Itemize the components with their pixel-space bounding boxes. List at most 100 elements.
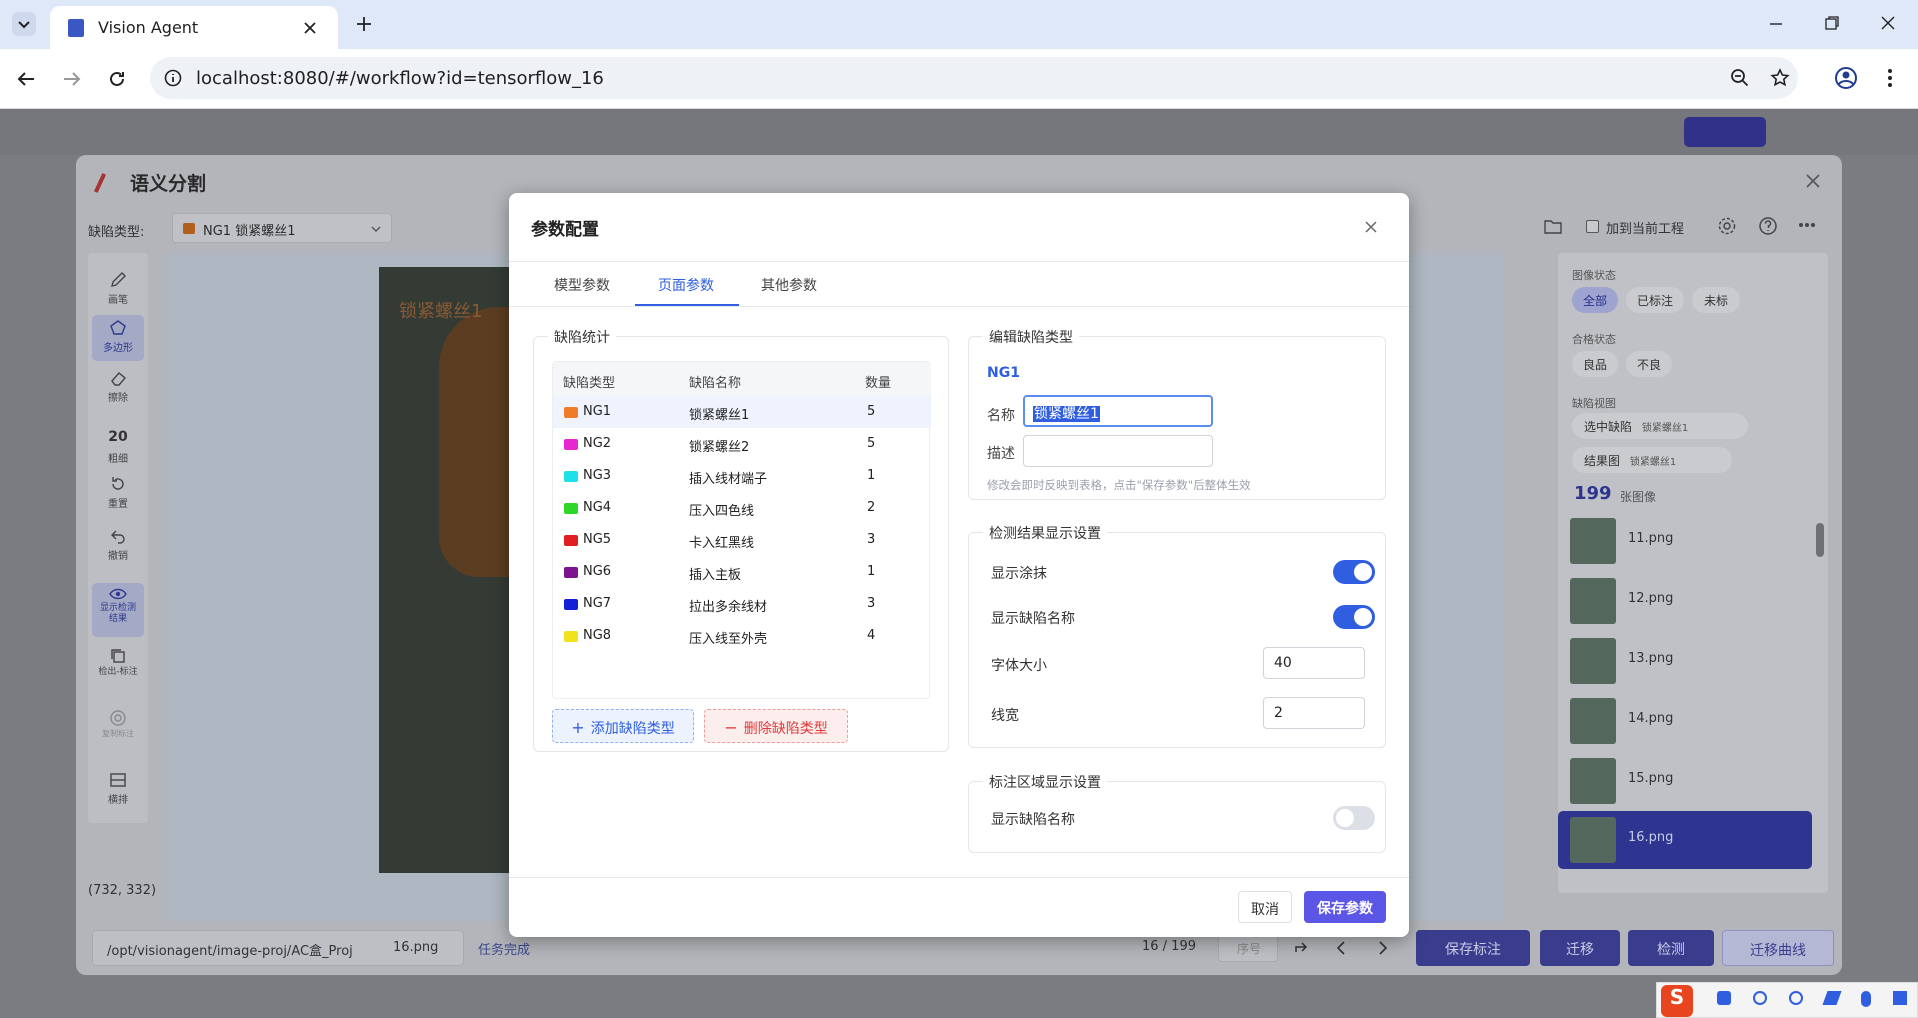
- tool-show-detection[interactable]: 显示检测结果: [92, 583, 144, 637]
- minimize-icon[interactable]: [1768, 16, 1784, 32]
- forward-icon[interactable]: [62, 69, 82, 89]
- cancel-button[interactable]: 取消: [1238, 891, 1292, 923]
- row-name: 插入主板: [689, 568, 742, 583]
- filter-bad[interactable]: 不良: [1626, 351, 1672, 377]
- next-icon[interactable]: [1374, 940, 1390, 956]
- prev-icon[interactable]: [1334, 940, 1350, 956]
- image-list-item[interactable]: 11.png: [1558, 511, 1828, 571]
- tool-eraser[interactable]: 擦除: [88, 369, 148, 404]
- zoom-icon[interactable]: [1730, 68, 1750, 88]
- tool-copy-annotation[interactable]: 复制标注: [88, 709, 148, 739]
- add-to-project-label: 加到当前工程: [1606, 222, 1685, 237]
- tool-undo[interactable]: 撤销: [88, 527, 148, 562]
- font-size-input[interactable]: 40: [1263, 647, 1365, 679]
- close-icon[interactable]: [302, 20, 318, 36]
- image-list-item[interactable]: 14.png: [1558, 691, 1828, 751]
- color-swatch: [564, 599, 578, 610]
- color-swatch: [564, 439, 578, 450]
- table-row[interactable]: NG6 插入主板 1: [553, 556, 931, 588]
- add-defect-type-button[interactable]: + 添加缺陷类型: [552, 709, 694, 743]
- delete-defect-type-button[interactable]: − 删除缺陷类型: [704, 709, 848, 743]
- table-row[interactable]: NG1 锁紧螺丝1 5: [553, 396, 931, 428]
- address-bar[interactable]: localhost:8080/#/workflow?id=tensorflow_…: [150, 57, 1798, 99]
- more-icon[interactable]: [1798, 222, 1816, 228]
- ime-logo-icon[interactable]: S: [1661, 985, 1693, 1017]
- folder-icon[interactable]: [1543, 217, 1563, 235]
- ime-pen-icon[interactable]: [1822, 991, 1842, 1005]
- view-selected-defect[interactable]: 选中缺陷 锁紧螺丝1: [1572, 413, 1748, 439]
- dialog-title: 参数配置: [531, 220, 599, 240]
- table-row[interactable]: NG8 压入线至外壳 4: [553, 620, 931, 652]
- panel-close-icon[interactable]: [1805, 173, 1821, 189]
- image-list-item-selected[interactable]: 16.png: [1558, 811, 1812, 869]
- show-paint-toggle[interactable]: [1333, 560, 1375, 584]
- ime-emoji-icon[interactable]: [1789, 991, 1803, 1005]
- tool-polygon[interactable]: 多边形: [92, 315, 144, 361]
- ime-mic-icon[interactable]: [1861, 991, 1871, 1007]
- defect-name-input[interactable]: 锁紧螺丝1: [1023, 395, 1213, 427]
- reload-icon[interactable]: [107, 69, 127, 89]
- menu-dots-icon[interactable]: [1882, 68, 1898, 88]
- delete-defect-type-label: 删除缺陷类型: [743, 721, 828, 737]
- row-name: 插入线材端子: [689, 472, 768, 487]
- show-name-toggle[interactable]: [1333, 605, 1375, 629]
- defect-desc-input[interactable]: [1023, 435, 1213, 467]
- save-annotation-button[interactable]: 保存标注: [1416, 930, 1530, 966]
- restore-icon[interactable]: [1824, 15, 1840, 31]
- view-result-image[interactable]: 结果图 锁紧螺丝1: [1572, 447, 1732, 473]
- tool-layout[interactable]: 横排: [88, 771, 148, 806]
- annotation-display-section: 标注区域显示设置 显示缺陷名称: [968, 772, 1386, 853]
- tab-search-button[interactable]: [12, 12, 36, 36]
- tool-label: 复制标注: [102, 729, 134, 738]
- profile-icon[interactable]: [1834, 66, 1858, 90]
- filter-annotated[interactable]: 已标注: [1626, 287, 1684, 313]
- help-icon[interactable]: [1758, 216, 1778, 236]
- image-list-item[interactable]: 15.png: [1558, 751, 1828, 811]
- scrollbar-thumb[interactable]: [1816, 523, 1824, 557]
- tool-detect-annotate[interactable]: 检出-标注: [88, 647, 148, 678]
- migrate-button[interactable]: 迁移: [1540, 930, 1620, 966]
- settings-gear-icon[interactable]: [1717, 216, 1737, 236]
- table-row[interactable]: NG7 拉出多余线材 3: [553, 588, 931, 620]
- brush-size-value[interactable]: 20: [88, 429, 148, 445]
- edit-hint: 修改会即时反映到表格，点击"保存参数"后整体生效: [987, 478, 1251, 492]
- add-to-project-checkbox[interactable]: [1586, 220, 1599, 233]
- table-row[interactable]: NG5 卡入红黑线 3: [553, 524, 931, 556]
- section-legend: 检测结果显示设置: [983, 523, 1107, 543]
- tab-model-params[interactable]: 模型参数: [554, 275, 610, 295]
- filter-good[interactable]: 良品: [1572, 351, 1618, 377]
- info-icon[interactable]: [164, 69, 182, 87]
- new-tab-icon[interactable]: [355, 15, 373, 33]
- ime-grid-icon[interactable]: [1893, 991, 1907, 1005]
- tab-other-params[interactable]: 其他参数: [761, 275, 817, 295]
- tool-reset[interactable]: 重置: [88, 475, 148, 510]
- window-close-icon[interactable]: [1880, 15, 1896, 31]
- annotation-show-name-toggle[interactable]: [1333, 806, 1375, 830]
- filter-unannotated[interactable]: 未标: [1692, 287, 1740, 313]
- toggle-knob: [1336, 809, 1354, 827]
- image-list-item[interactable]: 12.png: [1558, 571, 1828, 631]
- tool-brush[interactable]: 画笔: [88, 271, 148, 306]
- save-params-button[interactable]: 保存参数: [1304, 891, 1386, 923]
- ime-chinese-icon[interactable]: [1717, 991, 1731, 1005]
- ime-punct-icon[interactable]: [1753, 991, 1767, 1005]
- table-row[interactable]: NG4 压入四色线 2: [553, 492, 931, 524]
- image-list-item[interactable]: 13.png: [1558, 631, 1828, 691]
- tab-page-params[interactable]: 页面参数: [658, 275, 714, 295]
- dialog-close-icon[interactable]: [1365, 221, 1377, 233]
- defect-table: 缺陷类型 缺陷名称 数量 NG1 锁紧螺丝1 5 NG2 锁紧螺丝2 5 NG3…: [552, 361, 931, 699]
- table-row[interactable]: NG3 插入线材端子 1: [553, 460, 931, 492]
- color-swatch: [564, 407, 578, 418]
- back-icon[interactable]: [16, 69, 36, 89]
- bookmark-star-icon[interactable]: [1770, 68, 1790, 88]
- jump-icon[interactable]: [1294, 940, 1310, 956]
- detect-button[interactable]: 检测: [1628, 930, 1714, 966]
- browser-tab[interactable]: Vision Agent: [50, 6, 338, 49]
- migrate-curve-button[interactable]: 迁移曲线: [1722, 930, 1834, 966]
- defect-type-select[interactable]: NG1 锁紧螺丝1: [172, 213, 392, 243]
- table-row[interactable]: NG2 锁紧螺丝2 5: [553, 428, 931, 460]
- line-width-input[interactable]: 2: [1263, 697, 1365, 729]
- filter-all[interactable]: 全部: [1572, 287, 1618, 313]
- header-action-button[interactable]: [1684, 117, 1766, 147]
- add-defect-type-label: 添加缺陷类型: [590, 721, 675, 737]
